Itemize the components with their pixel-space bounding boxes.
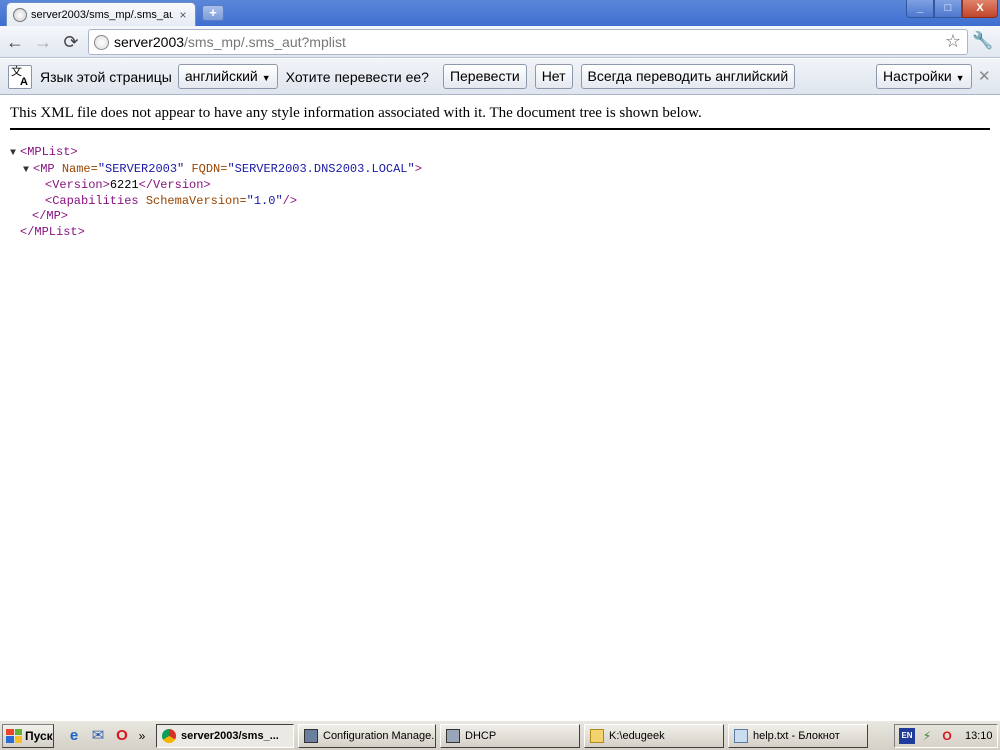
folder-icon [590,728,604,743]
collapse-triangle-icon[interactable]: ▼ [23,163,33,179]
task-label: Configuration Manage... [323,729,436,742]
xml-line-capabilities: <Capabilities SchemaVersion="1.0"/> [45,193,298,208]
dhcp-icon [446,728,460,743]
page-content: This XML file does not appear to have an… [0,96,1000,720]
translate-infobar: 文A Язык этой страницы английский ▼ Хотите… [0,59,1000,95]
always-translate-button[interactable]: Всегда переводить английский [580,64,796,89]
settings-button[interactable]: Настройки ▼ [876,64,972,89]
xml-style-notice: This XML file does not appear to have an… [10,105,990,130]
translate-prompt: Хотите перевести ее? [285,68,429,85]
start-button[interactable]: Пуск [2,723,54,748]
task-button-dhcp[interactable]: DHCP [440,723,580,748]
forward-button[interactable]: → [32,31,54,53]
task-label: help.txt - Блокнот [753,729,840,742]
task-button-notepad[interactable]: help.txt - Блокнот [728,723,868,748]
taskbar: Пуск e ✉ O » server2003/sms_... Configur… [0,720,1000,750]
tab-close-button[interactable]: × [177,8,189,22]
translate-button[interactable]: Перевести [442,64,527,89]
address-bar[interactable]: server2003/sms_mp/.sms_aut?mplist ☆ [88,29,968,55]
address-host: server2003 [114,34,185,50]
collapse-triangle-icon[interactable]: ▼ [10,146,20,162]
page-language-label: Язык этой страницы [40,68,172,85]
maximize-button[interactable]: □ [934,0,962,18]
task-label: K:\edugeek [609,729,665,742]
wrench-icon[interactable]: 🔧 [972,31,994,51]
outlook-express-icon[interactable]: ✉ [88,726,108,746]
back-button[interactable]: ← [4,31,26,53]
globe-icon [13,7,27,22]
language-select[interactable]: английский ▼ [177,64,278,89]
xml-line-version: <Version>6221</Version> [45,178,211,192]
tab-title: server2003/sms_mp/.sms_aut [31,8,173,21]
xml-line-mp-close: </MP> [32,209,69,223]
minimize-button[interactable]: _ [906,0,934,18]
notepad-icon [734,728,748,743]
xml-line-root-close: </MPList> [20,224,85,239]
close-window-button[interactable]: X [962,0,998,18]
globe-icon [94,34,109,50]
xml-line-mp-open: ▼ <MP Name="SERVER2003" FQDN="SERVER2003.… [10,162,422,179]
chevron-down-icon: ▼ [261,73,271,83]
windows-flag-icon [6,728,22,743]
console-icon [304,728,318,743]
quicklaunch-more-button[interactable]: » [136,726,148,746]
task-button-folder[interactable]: K:\edugeek [584,723,724,748]
reload-button[interactable]: ⟳ [60,31,82,53]
internet-explorer-icon[interactable]: e [64,726,84,746]
chevron-down-icon: ▼ [955,73,965,83]
task-label: server2003/sms_... [181,729,279,742]
title-bar: server2003/sms_mp/.sms_aut × + _ □ X [0,0,1000,26]
settings-button-label: Настройки [883,68,952,84]
no-button[interactable]: Нет [534,64,573,89]
chrome-icon [162,728,176,743]
bookmark-star-icon[interactable]: ☆ [945,31,961,52]
task-label: DHCP [465,729,497,742]
start-label: Пуск [25,728,53,743]
task-button-config-manager[interactable]: Configuration Manage... [298,723,436,748]
system-tray: EN ⚡ O 13:10 [894,724,998,748]
network-icon[interactable]: ⚡ [919,728,935,744]
language-indicator[interactable]: EN [899,728,915,744]
xml-line-root-open: ▼ <MPList> [10,145,422,162]
clock: 13:10 [965,730,993,742]
infobar-close-icon[interactable]: ✕ [978,67,991,85]
xml-tree: ▼ <MPList> ▼ <MP Name="SERVER2003" FQDN="S… [10,145,422,240]
opera-tray-icon[interactable]: O [939,728,955,744]
language-select-value: английский [184,68,258,84]
task-button-browser[interactable]: server2003/sms_... [156,723,294,748]
new-tab-button[interactable]: + [202,5,224,21]
browser-tab[interactable]: server2003/sms_mp/.sms_aut × [6,2,196,26]
navigation-toolbar: ← → ⟳ server2003/sms_mp/.sms_aut?mplist … [0,26,1000,58]
opera-icon[interactable]: O [112,726,132,746]
address-path: /sms_mp/.sms_aut?mplist [184,34,346,50]
translate-icon: 文A [8,64,32,89]
